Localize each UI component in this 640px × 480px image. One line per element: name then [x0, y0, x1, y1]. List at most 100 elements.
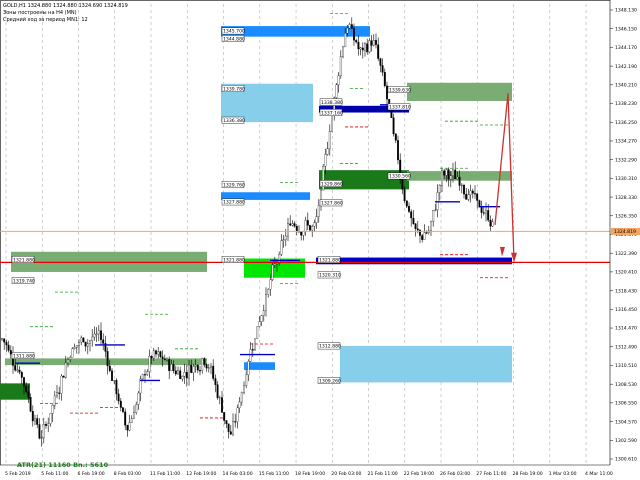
zone-price-label: 1339.780	[221, 85, 245, 92]
candle-body	[192, 366, 195, 373]
candle-body	[135, 404, 138, 413]
zone-label-text: 1344.880	[223, 36, 245, 42]
price-tick-label: 1336.250	[615, 120, 637, 126]
candle-body	[128, 422, 131, 431]
candle-body	[375, 40, 377, 45]
zone-label-text: 1327.860	[321, 201, 343, 207]
zone-label-text: 1329.860	[321, 181, 343, 187]
candle-body	[179, 370, 182, 380]
candle-body	[256, 326, 259, 339]
price-tick-label: 1300.610	[615, 457, 637, 463]
zone-label-text: 1345.700	[223, 29, 245, 35]
candle-body	[474, 193, 476, 195]
candle-body	[240, 392, 243, 403]
candle-body	[119, 400, 122, 408]
candle-body	[454, 169, 457, 180]
candle-body	[339, 56, 342, 76]
zone-lightblue-2	[340, 345, 512, 383]
price-tick-label: 1304.570	[615, 419, 637, 425]
zone-price-label: 1345.700	[221, 27, 245, 35]
candle-body	[113, 380, 116, 382]
candle-body	[247, 361, 250, 376]
price-tick-label: 1306.550	[615, 401, 637, 407]
candle-body	[47, 423, 50, 426]
zone-labels-layer: 1345.7001344.880 1339.780 1336.380 1339.630…	[11, 27, 411, 384]
price-tick-label: 1334.270	[615, 139, 637, 145]
price-tick-label: 1332.290	[615, 157, 637, 163]
candle-body	[436, 192, 439, 210]
candle-body	[443, 170, 446, 176]
candle-body	[152, 350, 155, 359]
candle-body	[95, 333, 98, 335]
candle-body	[355, 40, 358, 43]
candle-body	[394, 133, 397, 141]
candle-body	[381, 65, 384, 73]
price-axis-bg	[610, 0, 640, 480]
candle-body	[144, 374, 146, 376]
candle-body	[383, 72, 386, 87]
zone-label-text: 1321.880	[13, 257, 35, 263]
levels-layer	[0, 13, 610, 419]
price-tick-label: 1344.170	[615, 45, 637, 51]
candle-body	[42, 424, 45, 438]
candle-body	[194, 365, 197, 367]
candle-body	[313, 222, 316, 227]
zone-price-label: 1337.810	[387, 103, 411, 111]
zone-label-text: 1319.740	[13, 278, 35, 284]
price-tick-label: 1314.470	[615, 326, 637, 332]
time-tick-label: 4 Mar 11:00	[585, 471, 613, 477]
time-tick-label: 14 Feb 03:00	[223, 471, 253, 477]
zone-price-label: 1339.630	[387, 86, 411, 93]
candle-body	[227, 423, 230, 432]
candle-body	[370, 40, 373, 46]
zone-price-label: 1336.380	[221, 116, 245, 124]
candle-body	[432, 210, 435, 222]
candle-body	[150, 356, 153, 359]
candle-body	[124, 411, 127, 426]
candle-body	[75, 345, 78, 348]
candle-body	[141, 374, 144, 380]
candle-body	[49, 413, 52, 424]
candle-body	[377, 44, 380, 59]
candle-body	[174, 370, 177, 375]
candle-body	[364, 43, 366, 51]
zone-label-text: 1327.880	[223, 200, 245, 206]
zone-price-label: 1309.260	[317, 377, 341, 384]
candle-body	[311, 226, 314, 231]
candle-body	[302, 231, 305, 236]
zone-green-left-2	[5, 358, 207, 366]
candle-body	[368, 40, 371, 53]
candle-body	[452, 169, 454, 176]
candle-body	[69, 357, 72, 360]
candle-body	[487, 210, 490, 221]
candle-body	[25, 386, 28, 392]
candle-body	[62, 375, 65, 378]
candle-body	[199, 370, 201, 372]
candle-body	[353, 28, 355, 41]
candle-body	[190, 364, 193, 373]
atr-label: ATR(21) 11160 Bn.: 5610	[17, 461, 109, 469]
candle-body	[478, 200, 481, 208]
candle-body	[289, 223, 292, 226]
candle-body	[408, 206, 410, 212]
candle-body	[260, 315, 263, 322]
candle-body	[361, 47, 364, 51]
candle-body	[423, 232, 426, 240]
zone-price-label: 1311.880	[11, 352, 35, 359]
candle-body	[205, 364, 208, 369]
candle-body	[350, 24, 353, 29]
zone-label-text: 1337.810	[389, 105, 411, 111]
price-chart[interactable]: 1345.7001344.880 1339.780 1336.380 1339.630…	[0, 0, 640, 480]
candle-body	[300, 231, 303, 236]
candle-body	[29, 397, 32, 412]
zone-price-label: 1338.380	[319, 98, 343, 106]
price-tick-label: 1330.310	[615, 176, 637, 182]
candle-body	[185, 372, 188, 379]
zone-price-label: 1329.760	[221, 181, 245, 188]
candle-body	[93, 333, 96, 338]
candle-body	[287, 223, 289, 237]
candle-body	[258, 321, 261, 327]
candle-body	[58, 392, 61, 394]
candle-body	[273, 263, 276, 266]
candle-body	[16, 369, 19, 371]
